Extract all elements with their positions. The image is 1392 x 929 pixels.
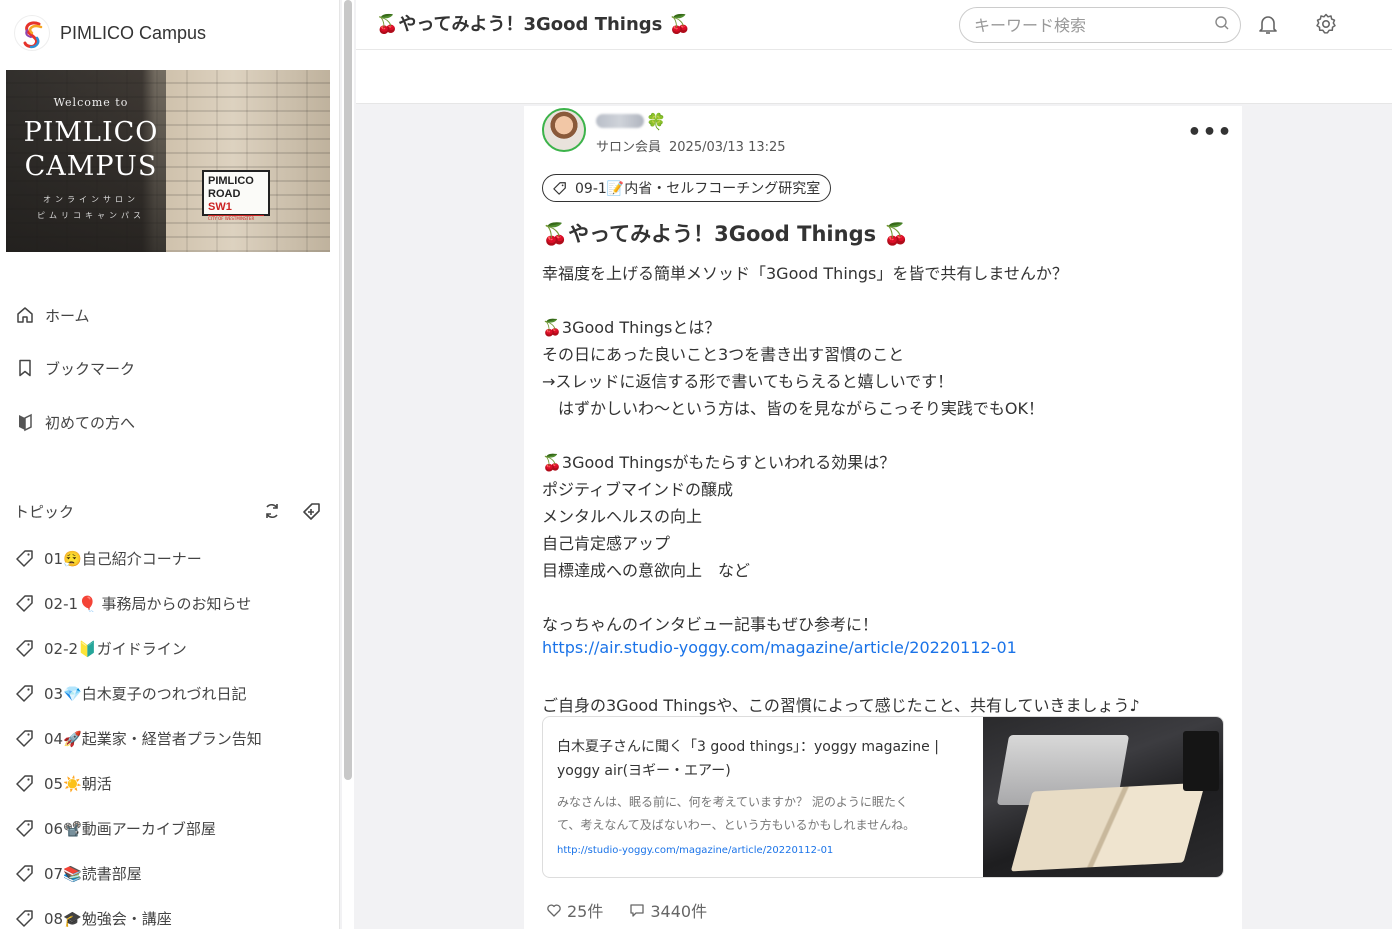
- post-body-line: 幸福度を上げる簡単メソッド「3Good Things」を皆で共有しませんか？: [542, 264, 1068, 283]
- nav-bookmark[interactable]: ブックマーク: [14, 353, 314, 383]
- tag-icon: [553, 182, 566, 195]
- gear-icon[interactable]: [1312, 10, 1340, 38]
- post-meta: サロン会員 2025/03/13 13:25: [596, 136, 786, 155]
- page-title: 🍒やってみよう！3Good Things 🍒: [376, 14, 692, 35]
- banner-title: PIMLICO CAMPUS: [23, 117, 159, 182]
- post-body-line: ご自身の3Good Thingsや、この習慣によって感じたこと、共有していきまし…: [542, 696, 1140, 715]
- tag-icon: [14, 772, 36, 794]
- preview-url: http://studio-yoggy.com/magazine/article…: [557, 845, 834, 856]
- banner-welcome: Welcome to: [53, 96, 129, 109]
- refresh-icon[interactable]: [260, 499, 284, 523]
- topic-item[interactable]: 07📚読書部屋: [14, 860, 324, 886]
- tag-icon: [14, 547, 36, 569]
- more-options-button[interactable]: •••: [1187, 120, 1231, 145]
- tag-icon: [14, 637, 36, 659]
- brand-logo-icon: [14, 15, 50, 51]
- topic-item[interactable]: 02-1🎈 事務局からのお知らせ: [14, 590, 324, 616]
- topics-header: トピック: [14, 498, 324, 524]
- clover-icon: 🍀: [646, 111, 666, 131]
- preview-image: [983, 717, 1223, 877]
- sidebar-scrollbar[interactable]: [342, 0, 354, 929]
- add-tag-icon[interactable]: [300, 499, 324, 523]
- comment-icon: [630, 904, 645, 917]
- reactions-bar: 25件 3440件: [546, 898, 733, 922]
- topic-item[interactable]: 01😮‍💨自己紹介コーナー: [14, 545, 324, 571]
- post-body-line: →スレッドに返信する形で書いてもらえると嬉しいです！: [542, 372, 954, 391]
- street-sign: PIMLICO ROAD SW1 CITY OF WESTMINSTER: [202, 170, 270, 221]
- author-name-blurred: [596, 114, 644, 128]
- topic-item[interactable]: 02-2🔰ガイドライン: [14, 635, 324, 661]
- nav-home[interactable]: ホーム: [14, 300, 314, 330]
- topic-item[interactable]: 08🎓勉強会・講座: [14, 905, 324, 929]
- post-body-line: 目標達成への意欲向上 など: [542, 561, 751, 580]
- link-preview-card[interactable]: 白木夏子さんに聞く「3 good things」：yoggy magazine …: [542, 716, 1224, 878]
- topic-item[interactable]: 06📽️動画アーカイブ部屋: [14, 815, 324, 841]
- bell-icon[interactable]: [1254, 10, 1282, 38]
- post-date: 2025/03/13 13:25: [669, 140, 786, 155]
- preview-description: みなさんは、眠る前に、何を考えていますか？ 泥のように眠たく て、考えなんて及ば…: [557, 795, 916, 832]
- brand[interactable]: PIMLICO Campus: [14, 14, 206, 52]
- search-input[interactable]: [974, 15, 1214, 35]
- banner-subtitle: オンラインサロン ピムリコキャンパス: [37, 195, 145, 220]
- post-body-line: 🍒3Good Thingsがもたらすといわれる効果は？: [542, 453, 896, 472]
- tag-icon: [14, 862, 36, 884]
- post-body-line: 自己肯定感アップ: [542, 534, 671, 553]
- sub-header: [356, 50, 1392, 104]
- like-button[interactable]: 25件: [546, 898, 603, 922]
- beginner-icon: [14, 411, 36, 433]
- nav-beginner[interactable]: 初めての方へ: [14, 407, 314, 437]
- post-body-line: なっちゃんのインタビュー記事もぜひ参考に！: [542, 615, 879, 634]
- topic-tag[interactable]: 09-1📝内省・セルフコーチング研究室: [542, 174, 832, 202]
- post-body-line: その日にあった良いこと3つを書き出す習慣のこと: [542, 345, 905, 364]
- article-link[interactable]: https://air.studio-yoggy.com/magazine/ar…: [542, 638, 1017, 657]
- tag-icon: [14, 907, 36, 929]
- topic-item[interactable]: 05☀️朝活: [14, 770, 324, 796]
- tag-icon: [14, 727, 36, 749]
- home-icon: [14, 304, 36, 326]
- sidebar: PIMLICO Campus Welcome to PIMLICO CAMPUS…: [0, 0, 340, 929]
- post-body-line: ポジティブマインドの醸成: [542, 480, 734, 499]
- heart-icon: [547, 904, 561, 917]
- brand-name: PIMLICO Campus: [60, 22, 207, 43]
- tag-icon: [14, 592, 36, 614]
- tag-icon: [14, 817, 36, 839]
- post-body-line: メンタルヘルスの向上: [542, 507, 703, 526]
- preview-title: 白木夏子さんに聞く「3 good things」：yoggy magazine …: [557, 739, 939, 779]
- welcome-banner[interactable]: Welcome to PIMLICO CAMPUS オンラインサロン ピムリコキ…: [6, 70, 330, 252]
- post-body-line: はずかしいわ〜という方は、皆のを見ながらこっそり実践でもOK！: [542, 399, 1044, 418]
- topic-item[interactable]: 03💎白木夏子のつれづれ日記: [14, 680, 324, 706]
- post-card: 🍀 サロン会員 2025/03/13 13:25 ••• 09-1📝内省・セルフコ…: [524, 106, 1242, 929]
- post-title: 🍒やってみよう！3Good Things 🍒: [542, 222, 910, 246]
- search-icon[interactable]: [1214, 15, 1230, 35]
- topic-item[interactable]: 04🚀起業家・経営者プラン告知: [14, 725, 324, 751]
- author-name[interactable]: 🍀: [596, 110, 666, 132]
- post-body-line: 🍒3Good Thingsとは？: [542, 318, 721, 337]
- top-header: 🍒やってみよう！3Good Things 🍒: [356, 0, 1392, 50]
- search-box[interactable]: [959, 7, 1241, 43]
- tag-icon: [14, 682, 36, 704]
- bookmark-icon: [14, 357, 36, 379]
- author-role: サロン会員: [596, 140, 662, 155]
- comment-button[interactable]: 3440件: [629, 898, 707, 922]
- avatar[interactable]: [542, 108, 586, 152]
